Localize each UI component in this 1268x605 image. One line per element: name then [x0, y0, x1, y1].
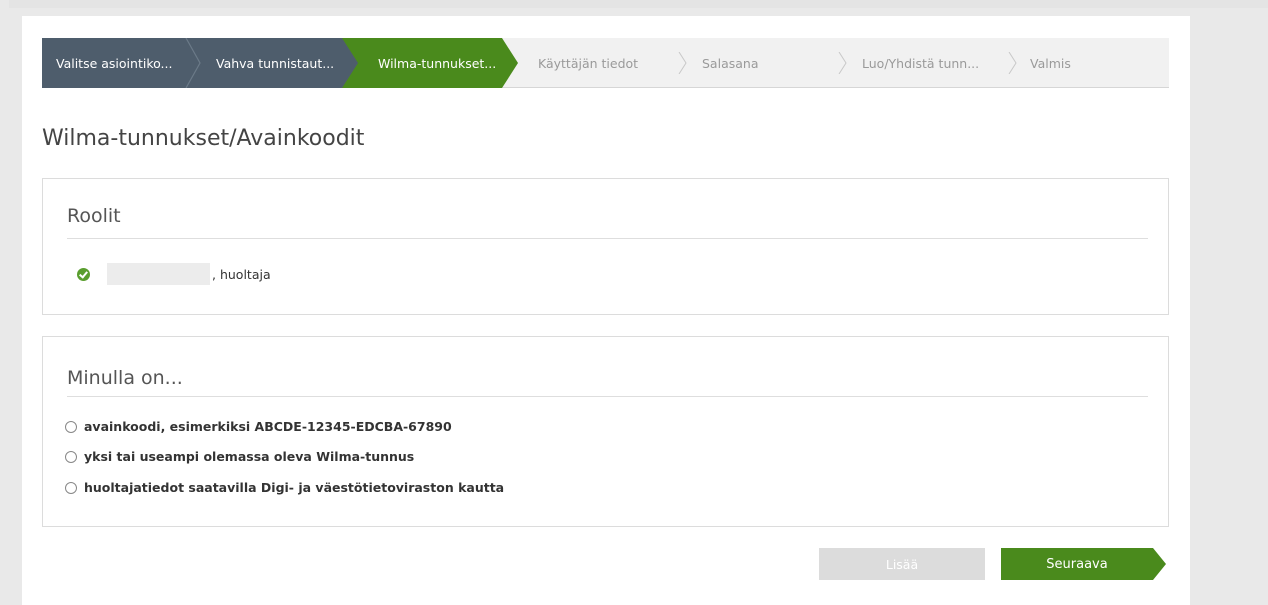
option-huoltajatiedot[interactable]: huoltajatiedot saatavilla Digi- ja väest…: [65, 480, 504, 495]
option-label: yksi tai useampi olemassa oleva Wilma-tu…: [84, 449, 415, 464]
step-label: Luo/Yhdistä tunn...: [862, 55, 980, 71]
step-separator-icon: [678, 52, 687, 74]
step-label: Wilma-tunnukset...: [378, 55, 497, 71]
step-kayttajan-tiedot[interactable]: Käyttäjän tiedot: [518, 38, 678, 88]
progress-stepper: Valitse asiointiko... Vahva tunnistaut..…: [42, 38, 1169, 88]
step-salasana[interactable]: Salasana: [688, 38, 838, 88]
left-strip: [0, 0, 9, 605]
step-separator-icon: [185, 38, 201, 88]
options-panel-title: Minulla on...: [67, 367, 183, 389]
role-label: , huoltaja: [212, 266, 271, 282]
role-item: , huoltaja: [77, 263, 271, 285]
step-chevron-icon: [342, 38, 358, 88]
step-wilma-tunnukset[interactable]: Wilma-tunnukset...: [342, 38, 502, 88]
check-circle-icon: [77, 267, 90, 281]
radio-button[interactable]: [65, 450, 77, 463]
step-separator-icon: [1008, 52, 1017, 74]
panel-divider: [67, 238, 1148, 239]
step-luo-yhdista-tunnus[interactable]: Luo/Yhdistä tunn...: [848, 38, 1008, 88]
next-button[interactable]: Seuraava: [1001, 548, 1153, 580]
option-avainkoodi[interactable]: avainkoodi, esimerkiksi ABCDE-12345-EDCB…: [65, 419, 452, 434]
step-label: Vahva tunnistaut...: [216, 55, 335, 71]
step-label: Valmis: [1030, 55, 1071, 71]
next-button-arrow-icon[interactable]: [1153, 548, 1166, 580]
step-label: Salasana: [702, 55, 759, 71]
step-separator-icon: [838, 52, 847, 74]
wizard-page: Valitse asiointiko... Vahva tunnistaut..…: [22, 16, 1190, 605]
roles-panel: Roolit , huoltaja: [42, 178, 1169, 315]
step-valitse-asiointikohde[interactable]: Valitse asiointiko...: [42, 38, 184, 88]
add-button[interactable]: Lisää: [819, 548, 985, 580]
radio-button[interactable]: [65, 481, 77, 494]
options-panel: Minulla on... avainkoodi, esimerkiksi AB…: [42, 336, 1169, 527]
step-valmis[interactable]: Valmis: [1018, 38, 1138, 88]
panel-divider: [67, 396, 1148, 397]
top-band: [0, 0, 1268, 8]
redacted-name: [107, 263, 210, 285]
step-label: Valitse asiointiko...: [56, 55, 173, 71]
step-label: Käyttäjän tiedot: [538, 55, 639, 71]
option-label: avainkoodi, esimerkiksi ABCDE-12345-EDCB…: [84, 419, 452, 434]
page-title: Wilma-tunnukset/Avainkoodit: [42, 126, 365, 151]
radio-button[interactable]: [65, 420, 77, 433]
option-wilma-tunnus[interactable]: yksi tai useampi olemassa oleva Wilma-tu…: [65, 449, 414, 464]
option-label: huoltajatiedot saatavilla Digi- ja väest…: [84, 480, 505, 495]
roles-panel-title: Roolit: [67, 205, 121, 227]
step-vahva-tunnistautuminen[interactable]: Vahva tunnistaut...: [184, 38, 342, 88]
